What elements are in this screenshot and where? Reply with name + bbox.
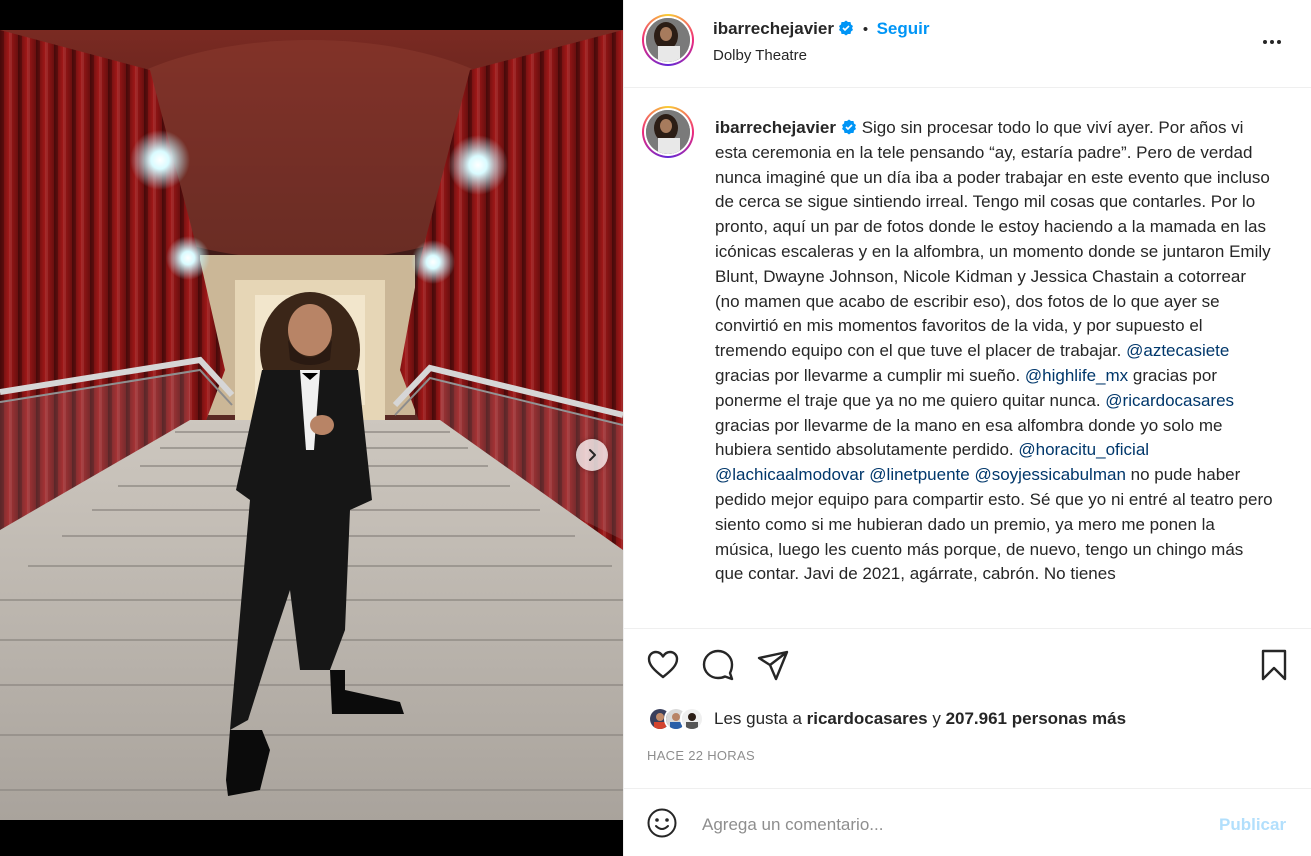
comment-composer: Publicar: [624, 788, 1311, 856]
author-username[interactable]: ibarrechejavier: [713, 19, 834, 38]
comment-icon[interactable]: [701, 648, 735, 682]
post-location[interactable]: Dolby Theatre: [713, 47, 807, 64]
author-avatar[interactable]: [642, 14, 694, 66]
follow-button[interactable]: Seguir: [877, 19, 930, 38]
likes-conjunction: y: [927, 709, 946, 728]
smiley-icon[interactable]: [646, 807, 678, 839]
caption-segment: gracias por llevarme a cumplir mi sueño.: [715, 365, 1025, 385]
caption-scroll-area[interactable]: ibarrechejavier Sigo sin procesar todo l…: [624, 89, 1311, 629]
post-header: ibarrechejavier • Seguir Dolby Theatre: [624, 0, 1311, 88]
mention-link[interactable]: @horacitu_oficial: [1018, 440, 1149, 459]
verified-badge-icon: [839, 20, 854, 36]
avatar-image: [646, 18, 690, 62]
mention-link[interactable]: @linetpuente: [869, 465, 969, 484]
verified-badge-icon: [841, 119, 856, 135]
mention-link[interactable]: @aztecasiete: [1126, 341, 1229, 360]
caption-segment: Sigo sin procesar todo lo que viví ayer.…: [715, 118, 1271, 361]
caption-text: Sigo sin procesar todo lo que viví ayer.…: [715, 118, 1273, 583]
separator-dot: •: [862, 21, 869, 38]
caption-username[interactable]: ibarrechejavier: [715, 118, 836, 137]
post-timestamp[interactable]: HACE 22 HORAS: [647, 748, 755, 763]
post-caption: ibarrechejavier Sigo sin procesar todo l…: [715, 116, 1275, 587]
more-horizontal-icon: [1263, 40, 1267, 44]
publish-button[interactable]: Publicar: [1219, 815, 1286, 835]
post-actions: [624, 640, 1311, 690]
comment-input[interactable]: [702, 811, 1202, 839]
likes-prefix: Les gusta a: [714, 709, 807, 728]
photo-image: [0, 30, 623, 820]
likes-text: Les gusta a ricardocasares y 207.961 per…: [714, 709, 1126, 729]
heart-icon[interactable]: [646, 648, 680, 682]
mention-link[interactable]: @highlife_mx: [1025, 366, 1128, 385]
caption-avatar[interactable]: [642, 106, 694, 158]
likes-summary[interactable]: Les gusta a ricardocasares y 207.961 per…: [648, 704, 1126, 734]
carousel-next-button[interactable]: [576, 439, 608, 471]
liker-avatar: [680, 707, 704, 731]
chevron-right-icon: [589, 449, 596, 461]
post-photo[interactable]: [0, 30, 623, 820]
likes-count[interactable]: 207.961 personas más: [946, 709, 1127, 728]
avatar-image: [646, 110, 690, 154]
mention-link[interactable]: @soyjessicabulman: [974, 465, 1125, 484]
mention-link[interactable]: @ricardocasares: [1105, 391, 1234, 410]
more-options-button[interactable]: [1254, 28, 1290, 56]
share-icon[interactable]: [756, 648, 790, 682]
liked-by-user[interactable]: ricardocasares: [807, 709, 928, 728]
mention-link[interactable]: @lachicaalmodovar: [715, 465, 865, 484]
post-details-panel: ibarrechejavier • Seguir Dolby Theatre i…: [623, 0, 1311, 856]
bookmark-icon[interactable]: [1257, 648, 1291, 682]
